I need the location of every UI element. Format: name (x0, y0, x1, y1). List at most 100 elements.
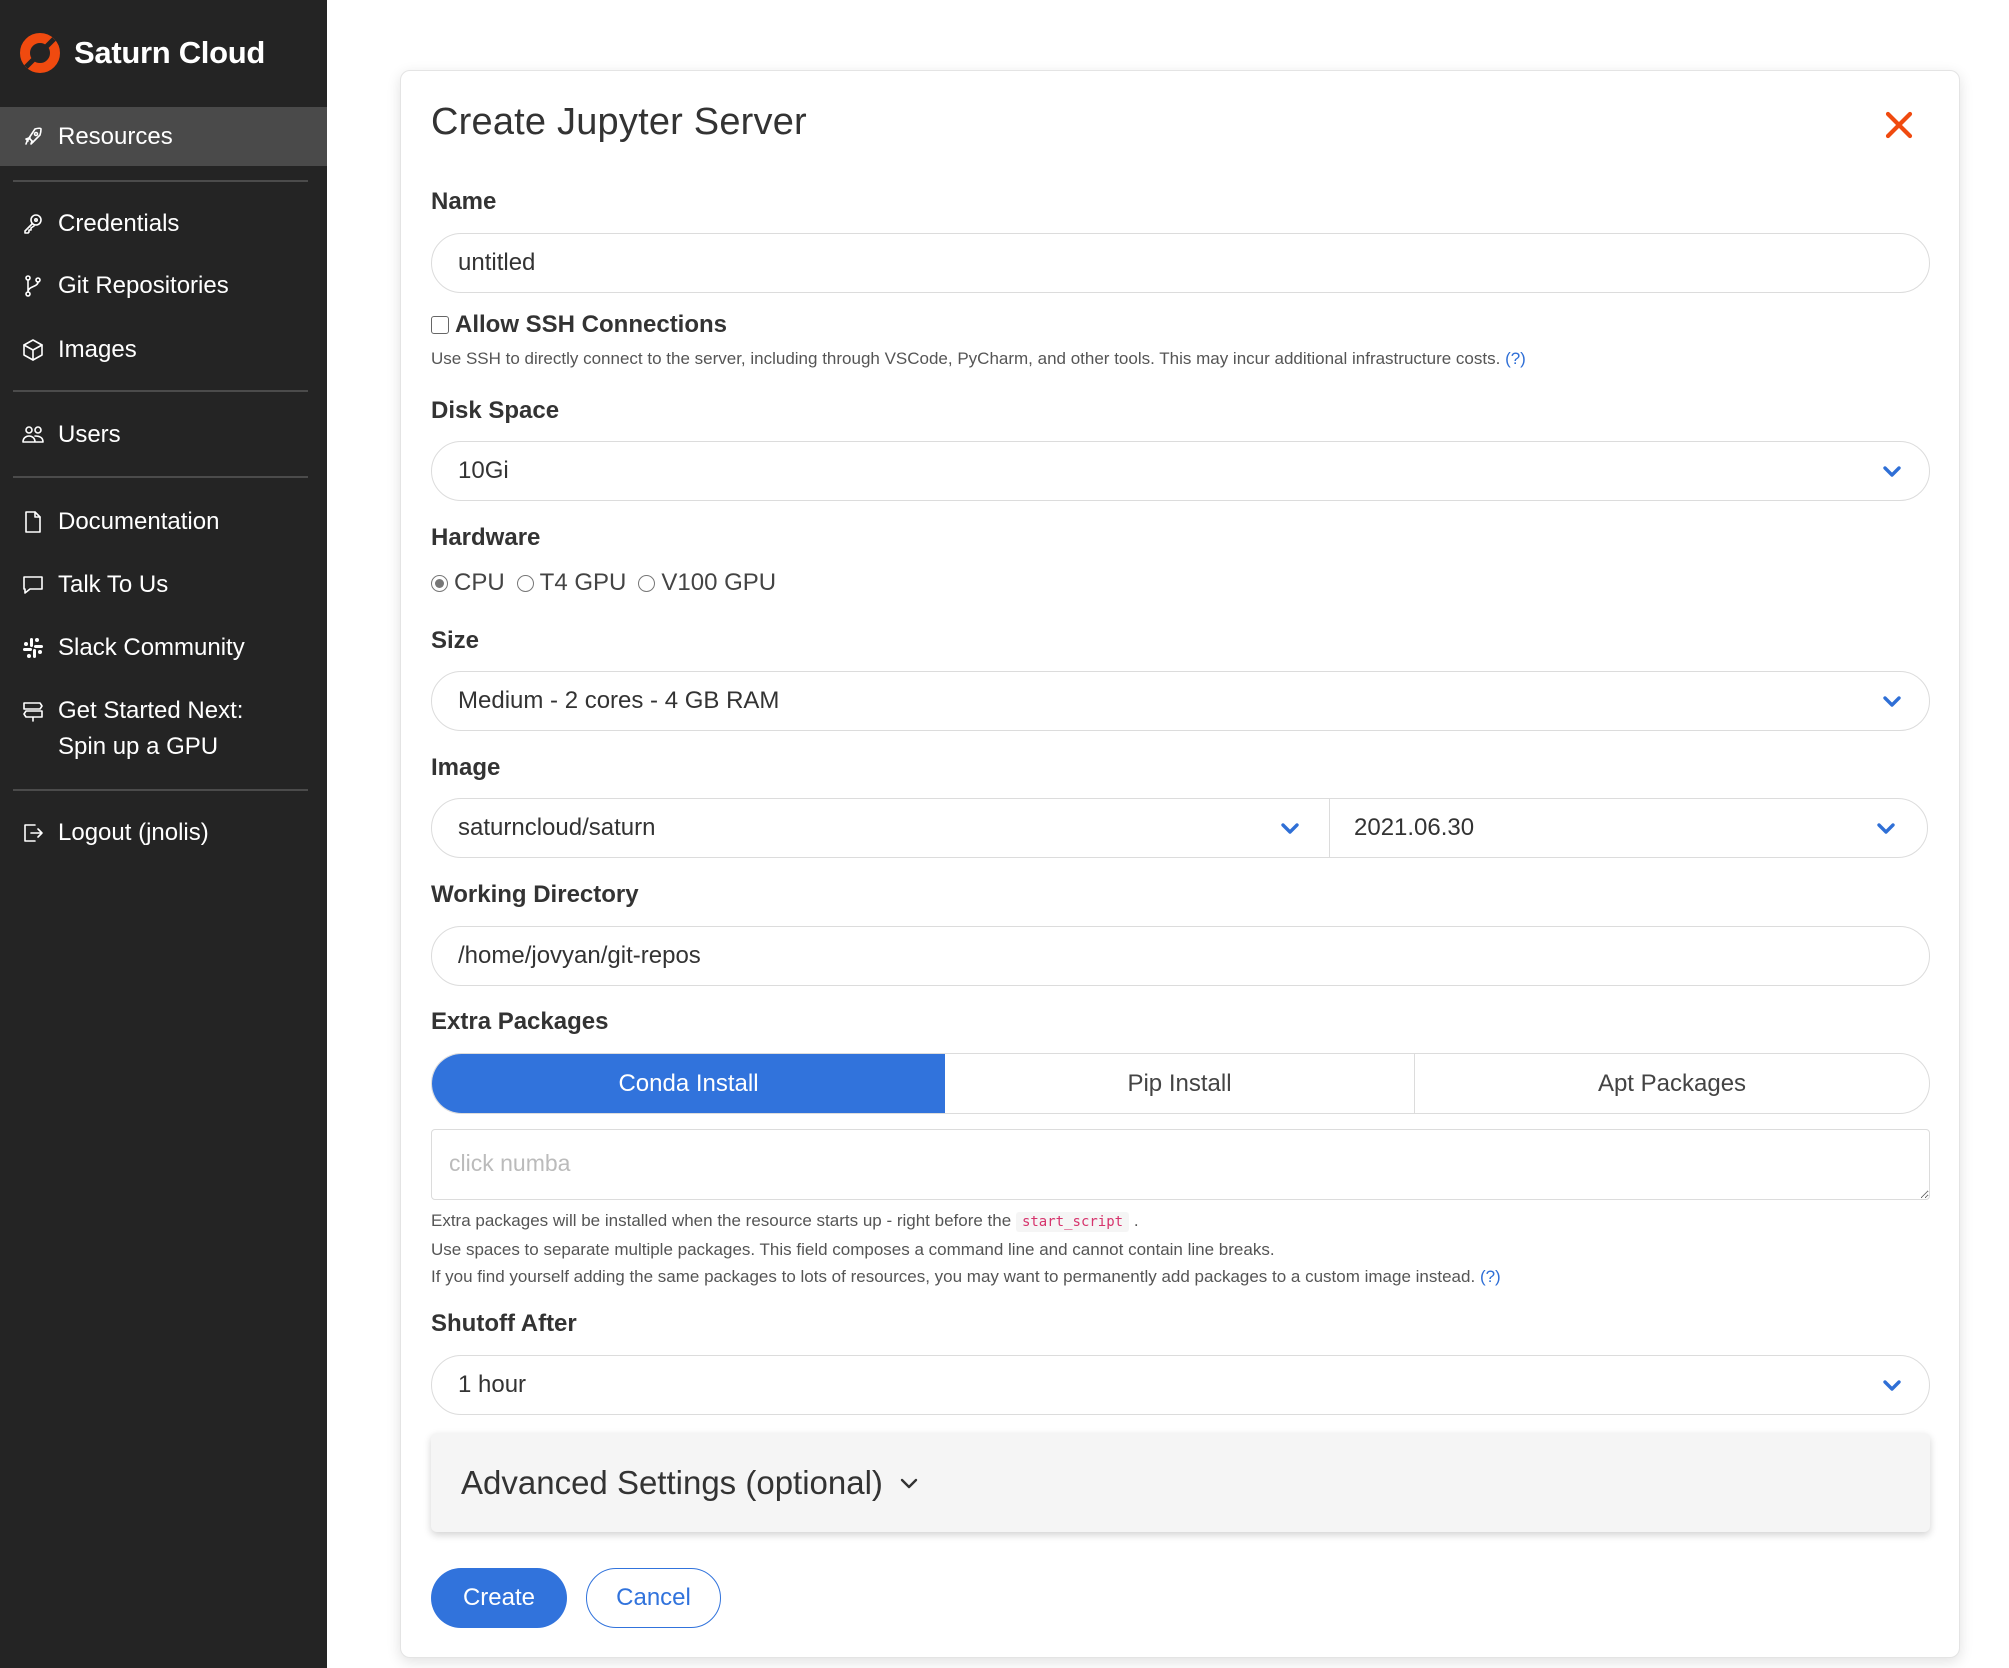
working-directory-input[interactable]: /home/jovyan/git-repos (431, 926, 1930, 986)
extra-packages-textarea[interactable] (431, 1129, 1930, 1200)
allow-ssh-label: Allow SSH Connections (455, 311, 728, 338)
working-directory-value: /home/jovyan/git-repos (458, 942, 701, 969)
name-label: Name (431, 188, 497, 215)
sidebar-item-label-line2: Spin up a GPU (58, 733, 219, 760)
sidebar-item-label: Credentials (58, 210, 180, 237)
chevron-down-icon (1881, 1374, 1903, 1396)
tab-pip-install[interactable]: Pip Install (945, 1054, 1415, 1113)
sidebar-item-label: Users (58, 421, 121, 448)
cancel-button[interactable]: Cancel (586, 1568, 721, 1628)
sidebar-item-credentials[interactable]: Credentials (0, 206, 327, 242)
shutoff-value: 1 hour (458, 1371, 527, 1398)
ssh-help-description: Use SSH to directly connect to the serve… (431, 349, 1501, 368)
brand-name: Saturn Cloud (74, 35, 265, 70)
extra-packages-help: Extra packages will be installed when th… (431, 1207, 1501, 1290)
allow-ssh-checkbox[interactable] (431, 316, 449, 334)
create-jupyter-server-modal: Create Jupyter Server Name untitled Allo… (400, 70, 1960, 1658)
advanced-settings-label: Advanced Settings (optional) (461, 1463, 883, 1501)
tab-apt-packages[interactable]: Apt Packages (1415, 1054, 1929, 1113)
image-label: Image (431, 754, 501, 781)
size-label: Size (431, 627, 480, 654)
tab-conda-install[interactable]: Conda Install (432, 1054, 945, 1113)
chevron-down-icon (1881, 460, 1903, 482)
sidebar-item-talk-to-us[interactable]: Talk To Us (0, 567, 327, 603)
chevron-down-icon (1279, 817, 1301, 839)
sidebar-item-documentation[interactable]: Documentation (0, 504, 327, 540)
logout-icon (18, 818, 48, 848)
brand[interactable]: Saturn Cloud (18, 30, 265, 76)
extra-packages-tabs: Conda Install Pip Install Apt Packages (431, 1053, 1930, 1114)
help-line-1-text: Extra packages will be installed when th… (431, 1211, 1012, 1230)
sidebar-item-label: Talk To Us (58, 571, 169, 598)
extra-packages-help-link[interactable]: (?) (1480, 1267, 1501, 1286)
sidebar-item-get-started[interactable]: Get Started Next: Spin up a GPU (0, 693, 327, 765)
sidebar-item-label: Slack Community (58, 634, 245, 661)
sidebar-item-label: Logout (jnolis) (58, 819, 209, 846)
ssh-option: Allow SSH Connections (431, 311, 727, 339)
sidebar-item-slack-community[interactable]: Slack Community (0, 630, 327, 666)
working-directory-label: Working Directory (431, 881, 639, 908)
sidebar-item-users[interactable]: Users (0, 417, 327, 453)
create-button[interactable]: Create (431, 1568, 567, 1628)
start-script-code: start_script (1015, 1212, 1130, 1232)
shutoff-label: Shutoff After (431, 1310, 577, 1337)
image-select-group: saturncloud/saturn 2021.06.30 (431, 798, 1928, 858)
sidebar-divider (13, 180, 308, 182)
name-input[interactable]: untitled (431, 233, 1930, 293)
git-branch-icon (18, 271, 48, 301)
help-line-1: Extra packages will be installed when th… (431, 1207, 1501, 1236)
chevron-down-icon (897, 1471, 921, 1495)
hardware-option-v100-gpu[interactable]: V100 GPU (638, 569, 776, 597)
sidebar-divider (13, 390, 308, 392)
size-select[interactable]: Medium - 2 cores - 4 GB RAM (431, 671, 1930, 731)
sidebar-item-logout[interactable]: Logout (jnolis) (0, 815, 327, 851)
hardware-option-cpu[interactable]: CPU (431, 569, 505, 597)
chevron-down-icon (1881, 690, 1903, 712)
close-button[interactable] (1881, 107, 1917, 143)
sidebar-divider (13, 789, 308, 791)
radio-label: T4 GPU (539, 569, 627, 596)
document-icon (18, 507, 48, 537)
radio-cpu[interactable] (431, 574, 448, 592)
ssh-help-text: Use SSH to directly connect to the serve… (431, 349, 1526, 369)
image-name-select[interactable]: saturncloud/saturn (432, 799, 1330, 857)
sidebar: Saturn Cloud Resources Credentials Git R… (0, 0, 327, 1668)
close-icon (1885, 111, 1913, 139)
help-line-3-text: If you find yourself adding the same pac… (431, 1267, 1476, 1286)
image-version-select[interactable]: 2021.06.30 (1330, 799, 1927, 857)
rocket-icon (18, 122, 48, 152)
saturn-cloud-logo-icon (20, 33, 60, 73)
radio-label: CPU (454, 569, 505, 596)
radio-label: V100 GPU (661, 569, 777, 596)
sidebar-item-label: Images (58, 336, 137, 363)
key-icon (18, 209, 48, 239)
sidebar-item-images[interactable]: Images (0, 332, 327, 368)
ssh-help-link[interactable]: (?) (1505, 349, 1526, 368)
extra-packages-label: Extra Packages (431, 1008, 609, 1035)
hardware-label: Hardware (431, 524, 541, 551)
disk-space-value: 10Gi (458, 457, 509, 484)
help-line-3: If you find yourself adding the same pac… (431, 1263, 1501, 1290)
users-icon (18, 420, 48, 450)
sidebar-item-label: Resources (58, 122, 173, 150)
sidebar-item-label: Git Repositories (58, 272, 229, 299)
sidebar-item-label: Get Started Next: (58, 697, 244, 724)
image-version-value: 2021.06.30 (1354, 814, 1475, 841)
sidebar-item-label: Documentation (58, 508, 220, 535)
name-input-value: untitled (458, 249, 536, 276)
sidebar-item-git-repositories[interactable]: Git Repositories (0, 268, 327, 304)
radio-t4-gpu[interactable] (516, 574, 534, 592)
help-line-1-end: . (1133, 1211, 1139, 1230)
sidebar-item-resources[interactable]: Resources (0, 107, 327, 166)
chevron-down-icon (1875, 817, 1897, 839)
advanced-settings-toggle[interactable]: Advanced Settings (optional) (431, 1433, 1930, 1532)
radio-v100-gpu[interactable] (638, 574, 656, 592)
disk-space-label: Disk Space (431, 397, 560, 424)
shutoff-select[interactable]: 1 hour (431, 1355, 1930, 1415)
disk-space-select[interactable]: 10Gi (431, 441, 1930, 501)
hardware-option-t4-gpu[interactable]: T4 GPU (516, 569, 627, 597)
hardware-radio-group: CPU T4 GPU V100 GPU (431, 569, 788, 597)
cube-icon (18, 335, 48, 365)
image-name-value: saturncloud/saturn (458, 814, 656, 841)
chat-icon (18, 570, 48, 600)
